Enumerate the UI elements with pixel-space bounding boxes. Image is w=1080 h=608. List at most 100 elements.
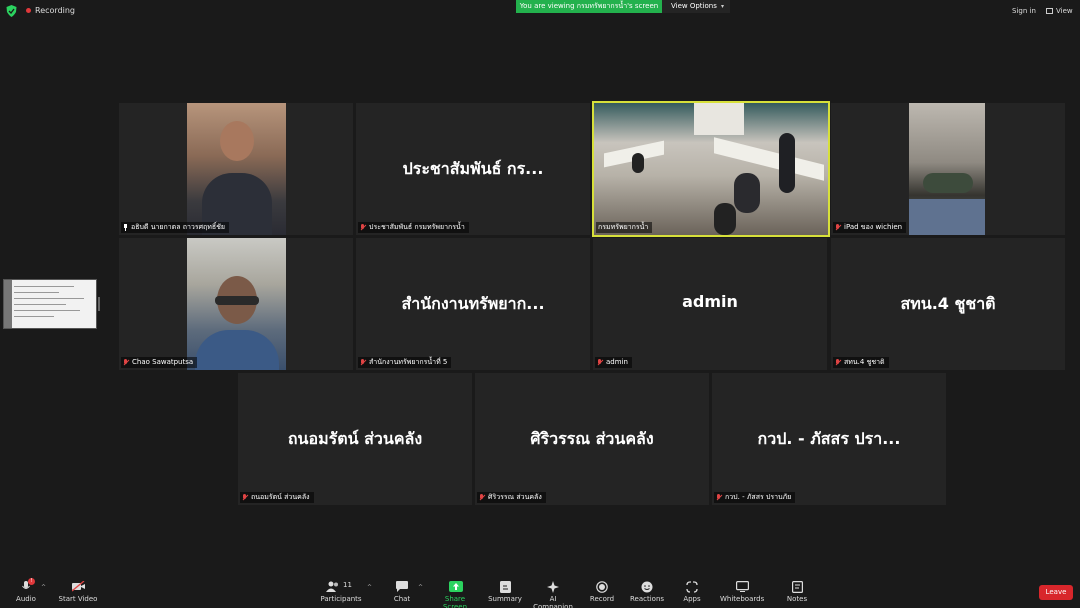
sign-in-button[interactable]: Sign in <box>1012 7 1036 15</box>
muted-microphone-icon <box>123 359 129 366</box>
share-screen-button[interactable]: Share Screen <box>432 581 478 608</box>
notes-icon <box>791 581 803 594</box>
summary-button[interactable]: Summary <box>488 581 522 603</box>
participant-name: สทน.4 ชูชาติ <box>844 358 885 366</box>
record-label: Record <box>589 595 615 603</box>
video-tile[interactable]: ถนอมรัตน์ ส่วนคลัง ถนอมรัตน์ ส่วนคลัง <box>238 373 472 505</box>
participants-count: 11 <box>343 581 352 589</box>
ai-companion-button[interactable]: AI Companion <box>530 581 576 608</box>
audio-button[interactable]: ! Audio <box>14 578 38 603</box>
muted-microphone-icon <box>835 359 841 366</box>
microphone-icon: ! <box>20 578 35 592</box>
participant-name: อธิบดี นายกาตล ถาวรศฤทธิ์ชัย <box>131 223 226 231</box>
thumbnail-sidebar <box>4 280 12 328</box>
participant-display-name: ประชาสัมพันธ์ กร... <box>402 159 544 178</box>
record-button[interactable]: Record <box>588 581 616 603</box>
thumbnail-line <box>14 292 59 293</box>
meeting-window: Recording You are viewing กรมทรัพยากรน้ำ… <box>0 0 1080 608</box>
participants-options-caret-icon[interactable]: ^ <box>367 584 372 591</box>
whiteboard-icon <box>736 581 750 592</box>
smiley-icon <box>641 581 653 593</box>
record-icon <box>596 581 608 593</box>
video-tile[interactable]: ประชาสัมพันธ์ กร... ประชาสัมพันธ์ กรมทรั… <box>356 103 590 235</box>
view-button[interactable]: View <box>1046 7 1073 15</box>
apps-button[interactable]: Apps <box>680 581 704 603</box>
participant-name-tag: กวป. - ภัสสร ปราบภัย <box>714 492 796 503</box>
pin-icon <box>123 224 128 231</box>
whiteboards-label: Whiteboards <box>720 595 765 603</box>
muted-microphone-icon <box>360 224 366 231</box>
audio-label: Audio <box>16 595 36 603</box>
participant-video <box>594 103 828 235</box>
gallery-view-icon <box>1046 8 1053 14</box>
chat-bubble-icon <box>396 581 408 592</box>
participant-name-tag: สทน.4 ชูชาติ <box>833 357 889 368</box>
participant-name: ประชาสัมพันธ์ กรมทรัพยากรน้ำ <box>369 223 465 231</box>
chat-button[interactable]: Chat <box>390 581 414 603</box>
apps-icon <box>686 581 698 593</box>
thumbnail-resize-handle[interactable] <box>98 297 100 311</box>
start-video-label: Start Video <box>58 595 98 603</box>
video-tile[interactable]: ศิริวรรณ ส่วนคลัง ศิริวรรณ ส่วนคลัง <box>475 373 709 505</box>
muted-microphone-icon <box>479 494 485 501</box>
view-options-button[interactable]: View Options ▾ <box>662 0 730 13</box>
participant-video <box>187 103 286 235</box>
active-speaker-tile[interactable]: กรมทรัพยากรน้ำ <box>592 101 830 237</box>
thumbnail-line <box>14 298 84 299</box>
whiteboards-button[interactable]: Whiteboards <box>720 581 764 603</box>
leave-button[interactable]: Leave <box>1039 585 1073 600</box>
participant-name: ถนอมรัตน์ ส่วนคลัง <box>251 493 310 501</box>
chat-label: Chat <box>393 595 411 603</box>
ai-companion-label: AI Companion <box>533 595 573 608</box>
reactions-button[interactable]: Reactions <box>630 581 664 603</box>
video-tile[interactable]: กวป. - ภัสสร ปรา... กวป. - ภัสสร ปราบภัย <box>712 373 946 505</box>
notification-badge: ! <box>28 578 35 585</box>
participant-name-tag: กรมทรัพยากรน้ำ <box>596 222 653 233</box>
video-tile[interactable]: สำนักงานทรัพยาก... สำนักงานทรัพยากรน้ำที… <box>356 238 590 370</box>
recording-label: Recording <box>35 6 76 15</box>
notes-button[interactable]: Notes <box>786 581 808 603</box>
reactions-label: Reactions <box>630 595 665 603</box>
participant-display-name: สทน.4 ชูชาติ <box>900 294 996 313</box>
participant-name-tag: ประชาสัมพันธ์ กรมทรัพยากรน้ำ <box>358 222 469 233</box>
thumbnail-line <box>14 310 80 311</box>
encryption-shield-icon[interactable] <box>6 5 17 17</box>
participant-video <box>909 103 985 235</box>
participant-name: สำนักงานทรัพยากรน้ำที่ 5 <box>369 358 448 366</box>
video-tile[interactable]: admin admin <box>593 238 827 370</box>
video-tile[interactable]: อธิบดี นายกาตล ถาวรศฤทธิ์ชัย <box>119 103 353 235</box>
participant-name: กรมทรัพยากรน้ำ <box>598 223 649 231</box>
participant-display-name: ศิริวรรณ ส่วนคลัง <box>530 429 654 448</box>
participant-name: admin <box>606 358 628 366</box>
top-bar: Recording You are viewing กรมทรัพยากรน้ำ… <box>0 0 1080 22</box>
recording-dot-icon <box>26 8 31 13</box>
start-video-button[interactable]: Start Video <box>58 580 98 603</box>
shared-screen-thumbnail[interactable] <box>3 279 97 329</box>
participants-label: Participants <box>320 595 362 603</box>
summary-icon <box>499 581 511 593</box>
thumbnail-line <box>14 286 74 287</box>
summary-label: Summary <box>488 595 522 603</box>
sparkle-icon <box>547 581 559 593</box>
apps-label: Apps <box>683 595 701 603</box>
chat-options-caret-icon[interactable]: ^ <box>418 584 423 591</box>
participant-video <box>187 238 286 370</box>
view-label: View <box>1056 7 1073 15</box>
participant-name-tag: ศิริวรรณ ส่วนคลัง <box>477 492 546 503</box>
video-off-icon <box>71 580 85 592</box>
participant-name-tag: อธิบดี นายกาตล ถาวรศฤทธิ์ชัย <box>121 222 230 233</box>
participant-display-name: สำนักงานทรัพยาก... <box>401 294 545 313</box>
video-tile[interactable]: Chao Sawatputsa <box>119 238 353 370</box>
muted-microphone-icon <box>716 494 722 501</box>
video-tile[interactable]: สทน.4 ชูชาติ สทน.4 ชูชาติ <box>831 238 1065 370</box>
muted-microphone-icon <box>597 359 603 366</box>
video-tile[interactable]: iPad ของ wichien <box>831 103 1065 235</box>
participant-name-tag: iPad ของ wichien <box>833 222 907 233</box>
recording-indicator[interactable]: Recording <box>26 6 75 15</box>
participant-name: Chao Sawatputsa <box>132 358 194 366</box>
participant-display-name: กวป. - ภัสสร ปรา... <box>757 429 901 448</box>
audio-options-caret-icon[interactable]: ^ <box>41 584 46 591</box>
participants-button[interactable]: 11 Participants <box>320 581 362 603</box>
muted-microphone-icon <box>835 224 841 231</box>
share-screen-icon <box>449 581 463 592</box>
